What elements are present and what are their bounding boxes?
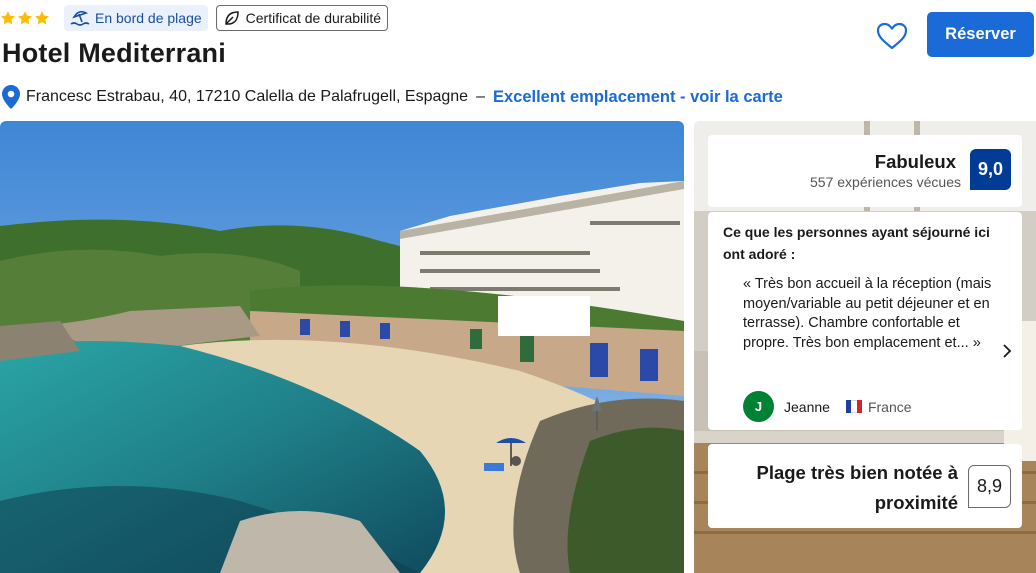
beachfront-label: En bord de plage (95, 10, 202, 26)
reserve-button[interactable]: Réserver (927, 12, 1034, 57)
chevron-right-icon[interactable] (1002, 344, 1012, 358)
beach-rating-card[interactable]: Plage très bien notée à proximité 8,9 (708, 444, 1022, 528)
reviewer-info: J Jeanne France (743, 391, 912, 422)
address-text: Francesc Estrabau, 40, 17210 Calella de … (26, 88, 469, 105)
rating-word: Fabuleux (874, 151, 956, 172)
star-rating (0, 10, 50, 26)
star-icon (35, 11, 49, 25)
property-highlights: En bord de plage Certificat de durabilit… (0, 5, 389, 31)
hotel-name: Hotel Mediterrani (2, 38, 226, 68)
sustainability-label: Certificat de durabilité (245, 10, 382, 26)
beach-score-badge: 8,9 (968, 465, 1011, 508)
address-row: Francesc Estrabau, 40, 17210 Calella de … (2, 85, 783, 109)
review-heading: Ce que les personnes ayant séjourné ici … (723, 224, 990, 262)
review-score-badge: 9,0 (970, 149, 1011, 190)
beach-umbrella-icon (70, 10, 90, 26)
rating-card[interactable]: Fabuleux 557 expériences vécues 9,0 (708, 135, 1022, 207)
review-quote: « Très bon accueil à la réception (mais … (743, 276, 992, 351)
address-separator: – (476, 88, 485, 105)
view-map-link[interactable]: Excellent emplacement - voir la carte (493, 88, 783, 107)
beachfront-badge[interactable]: En bord de plage (64, 5, 208, 31)
star-icon (1, 11, 15, 25)
reviewer-country: France (867, 398, 912, 415)
star-icon (18, 11, 32, 25)
reviewer-name: Jeanne (784, 398, 830, 415)
beach-rating-label: Plage très bien notée à proximité (756, 462, 958, 513)
main-hotel-photo[interactable] (0, 121, 684, 573)
guest-review-card[interactable]: Ce que les personnes ayant séjourné ici … (708, 212, 1022, 430)
sustainability-badge[interactable]: Certificat de durabilité (215, 5, 389, 31)
review-count: 557 expériences vécues (810, 174, 961, 190)
france-flag-icon (845, 400, 862, 413)
avatar: J (743, 391, 774, 422)
eco-leaf-icon (224, 11, 239, 25)
heart-icon[interactable] (876, 22, 908, 50)
location-pin-icon (2, 85, 20, 109)
